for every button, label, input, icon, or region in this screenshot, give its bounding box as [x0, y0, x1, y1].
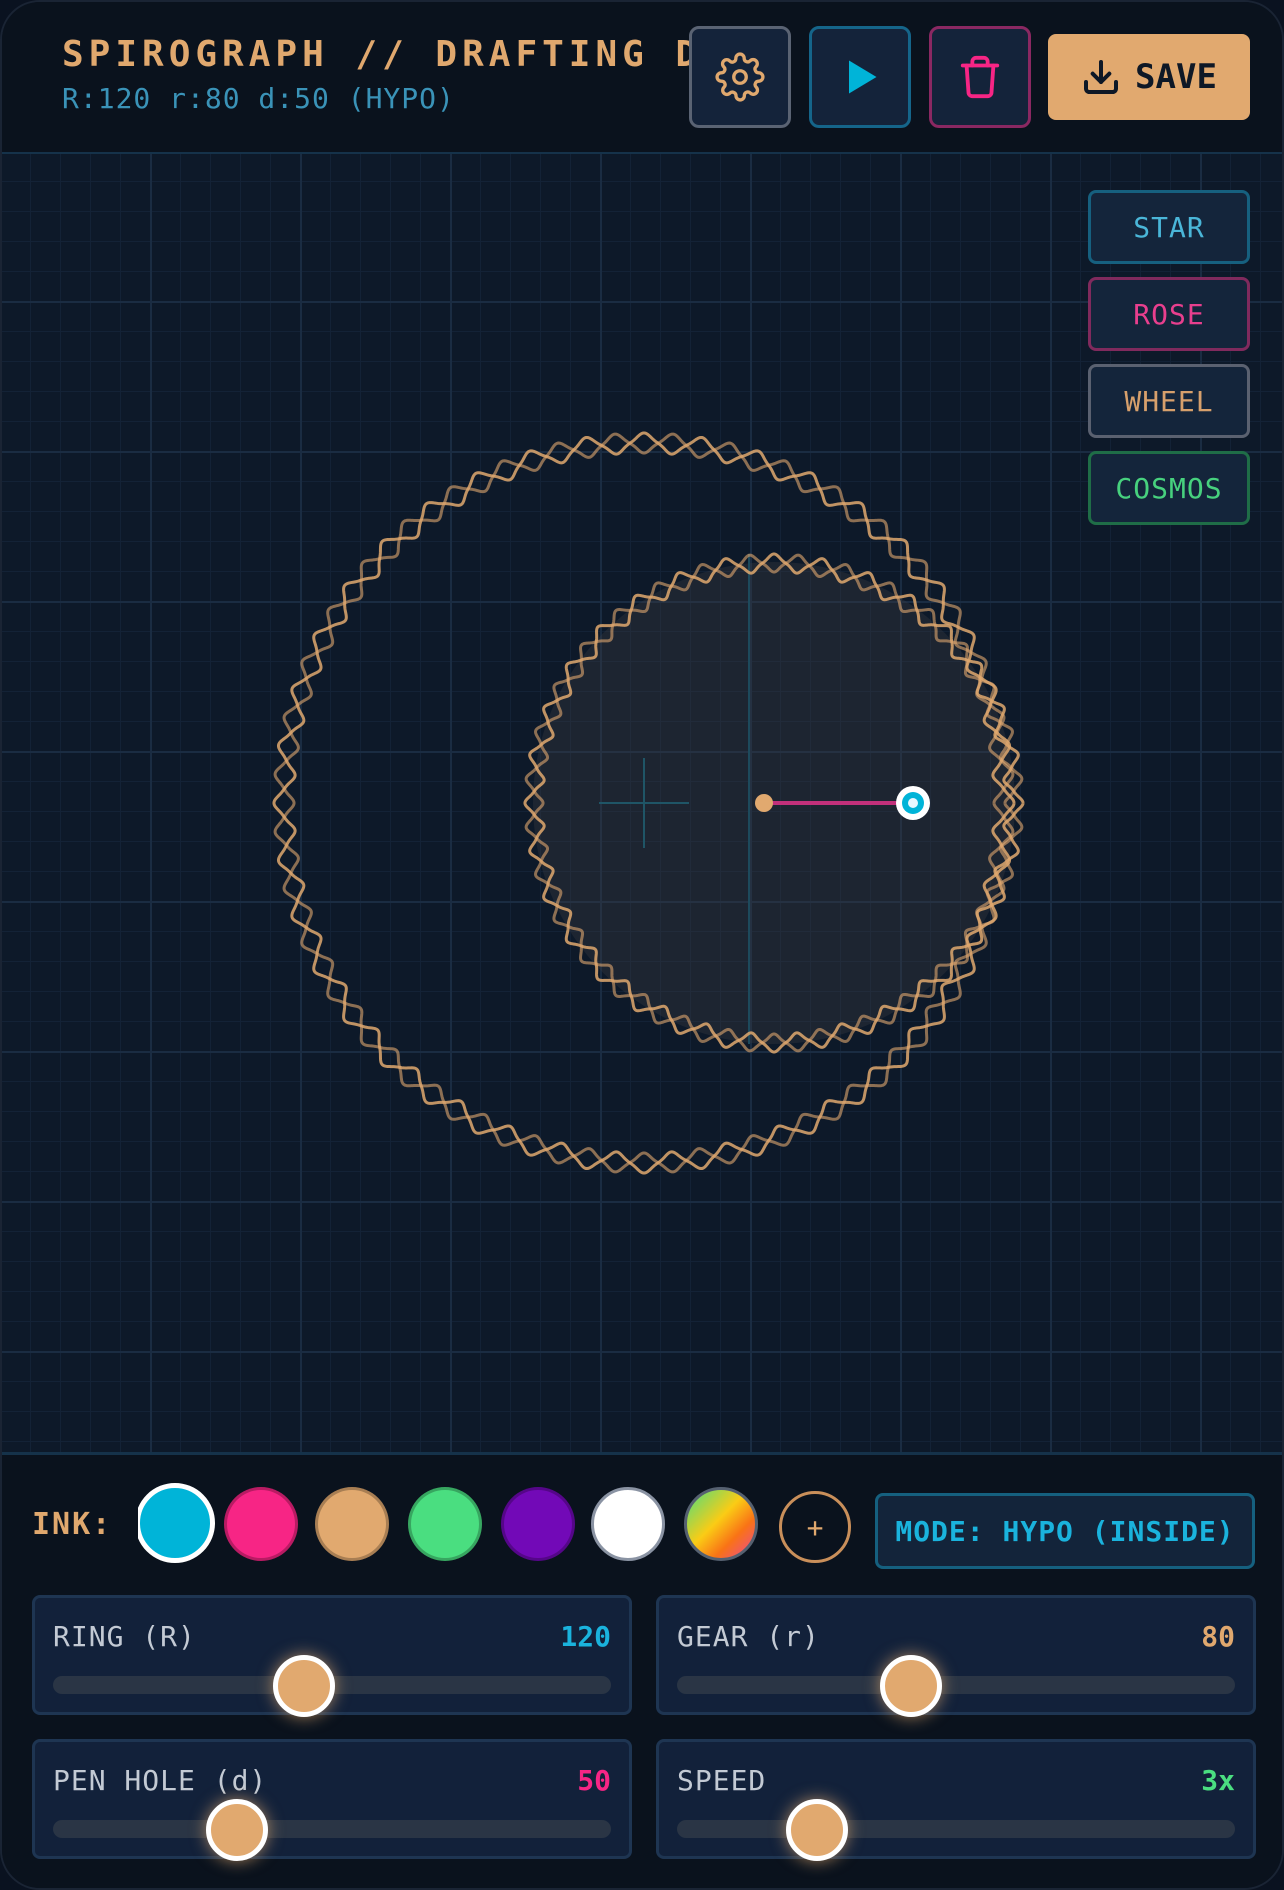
ring-slider-thumb[interactable] [273, 1655, 336, 1717]
ink-swatch-rainbow[interactable] [684, 1487, 758, 1561]
parameter-readout: R:120 r:80 d:50 (HYPO) [62, 82, 455, 115]
speed-slider-track[interactable] [677, 1820, 1235, 1838]
ring-slider-card: RING (R) 120 [32, 1595, 632, 1717]
play-button[interactable] [809, 26, 911, 128]
pen-hole-slider-label: PEN HOLE (d) [53, 1764, 268, 1797]
speed-slider-card: SPEED 3x [656, 1739, 1256, 1861]
gear-slider-value: 80 [1201, 1620, 1235, 1653]
save-label: SAVE [1135, 57, 1217, 97]
pen-hole-slider-thumb[interactable] [206, 1799, 269, 1861]
ink-label: INK: [32, 1507, 113, 1542]
gear-slider-track[interactable] [677, 1676, 1235, 1694]
ink-swatch-cyan[interactable] [138, 1483, 215, 1563]
pen-hole-slider-value: 50 [577, 1764, 611, 1797]
download-icon [1084, 60, 1119, 94]
gear-center-dot [755, 794, 773, 812]
speed-slider-label: SPEED [677, 1764, 767, 1797]
preset-star-button[interactable]: STAR [1088, 190, 1250, 264]
preset-wheel-button[interactable]: WHEEL [1088, 364, 1250, 438]
gear-slider-thumb[interactable] [880, 1655, 943, 1717]
pen-hole-center [908, 798, 918, 808]
ink-swatch-green[interactable] [408, 1487, 482, 1561]
ink-swatch-pink[interactable] [224, 1487, 298, 1561]
mode-toggle-button[interactable]: MODE: HYPO (INSIDE) [875, 1493, 1255, 1569]
save-button[interactable]: SAVE [1048, 34, 1250, 120]
gear-slider-label: GEAR (r) [677, 1620, 820, 1653]
add-color-button[interactable]: + [779, 1491, 851, 1563]
ring-slider-value: 120 [560, 1620, 611, 1653]
gear-icon [715, 52, 765, 102]
pen-hole-slider-card: PEN HOLE (d) 50 [32, 1739, 632, 1861]
drawing-canvas[interactable]: STAR ROSE WHEEL COSMOS [2, 154, 1282, 1452]
preset-cosmos-button[interactable]: COSMOS [1088, 451, 1250, 525]
speed-slider-thumb[interactable] [785, 1799, 848, 1861]
ink-swatch-tan[interactable] [315, 1487, 389, 1561]
clear-button[interactable] [929, 26, 1031, 128]
pen-hole-slider-track[interactable] [53, 1820, 611, 1838]
ring-slider-label: RING (R) [53, 1620, 196, 1653]
preset-rose-button[interactable]: ROSE [1088, 277, 1250, 351]
control-panel: INK: + MODE: HYPO (INSIDE) RING (R) 120 … [2, 1452, 1282, 1888]
gear-slider-card: GEAR (r) 80 [656, 1595, 1256, 1717]
play-icon [849, 60, 877, 94]
app-title: SPIROGRAPH // DRAFTING DE [62, 34, 692, 75]
settings-button[interactable] [689, 26, 791, 128]
trash-icon [960, 55, 1000, 99]
app-frame: SPIROGRAPH // DRAFTING DE R:120 r:80 d:5… [0, 0, 1284, 1890]
ink-swatch-purple[interactable] [501, 1487, 575, 1561]
header: SPIROGRAPH // DRAFTING DE R:120 r:80 d:5… [2, 2, 1282, 154]
ink-swatch-white[interactable] [591, 1487, 665, 1561]
speed-slider-value: 3x [1201, 1764, 1235, 1797]
